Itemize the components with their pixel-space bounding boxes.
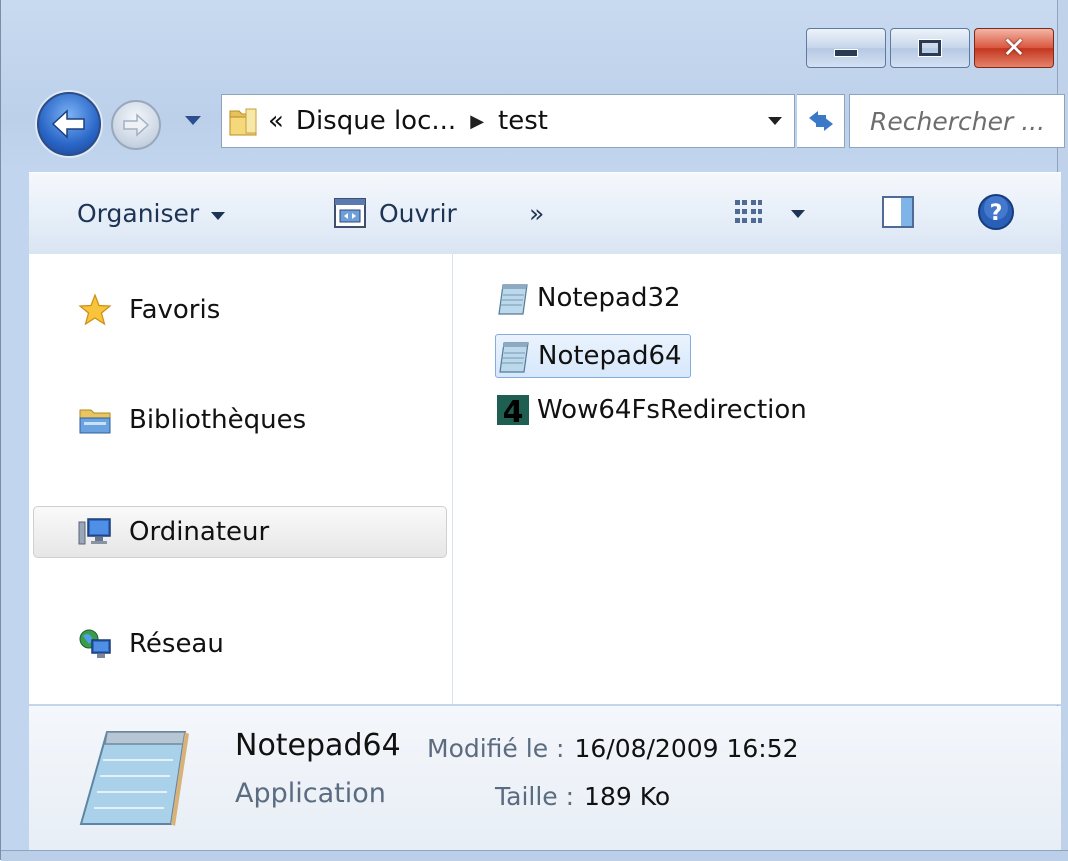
search-box[interactable]	[849, 94, 1068, 148]
recent-pages-chevron-icon[interactable]	[185, 116, 201, 125]
file-list: Notepad32 Notepad64 4 Wow64FsRedirection	[453, 254, 1061, 704]
forward-arrow-icon	[123, 113, 150, 137]
help-button[interactable]: ?	[977, 193, 1015, 231]
notepad-large-icon	[77, 720, 189, 832]
more-commands-button[interactable]: »	[529, 199, 544, 228]
preview-pane-button[interactable]	[881, 195, 915, 229]
nav-item-bibliotheques[interactable]: Bibliothèques	[33, 394, 447, 446]
breadcrumb-test[interactable]: test	[498, 106, 548, 136]
breadcrumb-disk[interactable]: Disque loc...	[296, 106, 456, 136]
view-dropdown-icon[interactable]	[791, 210, 805, 218]
close-button[interactable]: ✕	[974, 28, 1054, 68]
maximize-icon	[918, 39, 942, 57]
file-item-notepad64[interactable]: Notepad64	[495, 334, 691, 378]
file-name: Notepad64	[538, 341, 682, 371]
notepad-icon	[495, 279, 531, 317]
explorer-window: ✕ « Disque loc... ▶ test Rechercher ... …	[0, 0, 1068, 861]
change-view-button[interactable]	[733, 197, 805, 227]
view-grid-icon	[735, 200, 762, 223]
details-modified: Modifié le : 16/08/2009 16:52	[427, 734, 799, 763]
modified-value: 16/08/2009 16:52	[574, 734, 799, 763]
file-name: Wow64FsRedirection	[537, 395, 807, 425]
computer-icon	[77, 514, 113, 550]
app-4-icon: 4	[495, 391, 531, 429]
nav-item-label: Favoris	[129, 295, 221, 325]
close-icon: ✕	[1002, 31, 1026, 64]
open-label: Ouvrir	[379, 198, 457, 228]
window-bottom-edge	[1, 850, 1068, 861]
content-area: Favoris Bibliothèques Ordinateur Réseau …	[29, 254, 1061, 705]
details-file-name: Notepad64	[235, 728, 401, 763]
open-button[interactable]: Ouvrir	[333, 197, 457, 229]
breadcrumb-separator-icon[interactable]: ▶	[470, 111, 484, 132]
forward-button[interactable]	[111, 100, 161, 150]
navigation-pane: Favoris Bibliothèques Ordinateur Réseau	[29, 254, 453, 704]
open-window-icon	[334, 198, 366, 228]
nav-item-label: Bibliothèques	[129, 405, 307, 435]
file-item-wow64fsredirection[interactable]: 4 Wow64FsRedirection	[495, 388, 815, 432]
address-bar[interactable]: « Disque loc... ▶ test	[221, 94, 795, 148]
organise-button[interactable]: Organiser	[77, 199, 226, 228]
refresh-button[interactable]	[797, 94, 845, 148]
size-label: Taille :	[495, 782, 575, 811]
notepad-icon	[496, 337, 532, 375]
maximize-button[interactable]	[890, 28, 970, 68]
breadcrumb-overflow[interactable]: «	[268, 106, 284, 136]
details-pane: Notepad64 Application Modifié le : 16/08…	[29, 706, 1061, 850]
nav-item-label: Ordinateur	[129, 517, 270, 547]
caption-buttons: ✕	[802, 28, 1054, 68]
minimize-icon	[834, 49, 858, 57]
star-icon	[77, 292, 113, 328]
more-commands-icon: »	[529, 199, 545, 228]
modified-label: Modifié le :	[427, 734, 565, 763]
preview-pane-icon	[882, 196, 914, 228]
command-bar: Organiser Ouvrir » ?	[29, 172, 1061, 256]
refresh-icon	[808, 111, 833, 131]
help-icon: ?	[978, 194, 1014, 230]
back-button[interactable]	[37, 92, 101, 156]
size-value: 189 Ko	[584, 782, 671, 811]
nav-item-label: Réseau	[129, 629, 224, 659]
file-name: Notepad32	[537, 283, 681, 313]
organise-label: Organiser	[77, 199, 200, 228]
back-arrow-icon	[51, 109, 85, 139]
svg-text:4: 4	[503, 395, 524, 427]
search-input[interactable]	[868, 105, 1068, 137]
svg-text:?: ?	[990, 201, 1003, 226]
navigation-bar: « Disque loc... ▶ test	[37, 88, 1068, 160]
address-dropdown-icon[interactable]	[768, 117, 782, 125]
details-size: Taille : 189 Ko	[495, 782, 670, 811]
folder-icon	[228, 105, 258, 137]
organise-dropdown-icon	[211, 211, 226, 220]
file-item-notepad32[interactable]: Notepad32	[495, 276, 689, 320]
nav-item-reseau[interactable]: Réseau	[33, 618, 447, 670]
details-file-type: Application	[235, 778, 386, 809]
minimize-button[interactable]	[806, 28, 886, 68]
libraries-icon	[77, 402, 113, 438]
nav-item-ordinateur[interactable]: Ordinateur	[33, 506, 447, 558]
nav-item-favoris[interactable]: Favoris	[33, 284, 447, 336]
network-icon	[77, 626, 113, 662]
